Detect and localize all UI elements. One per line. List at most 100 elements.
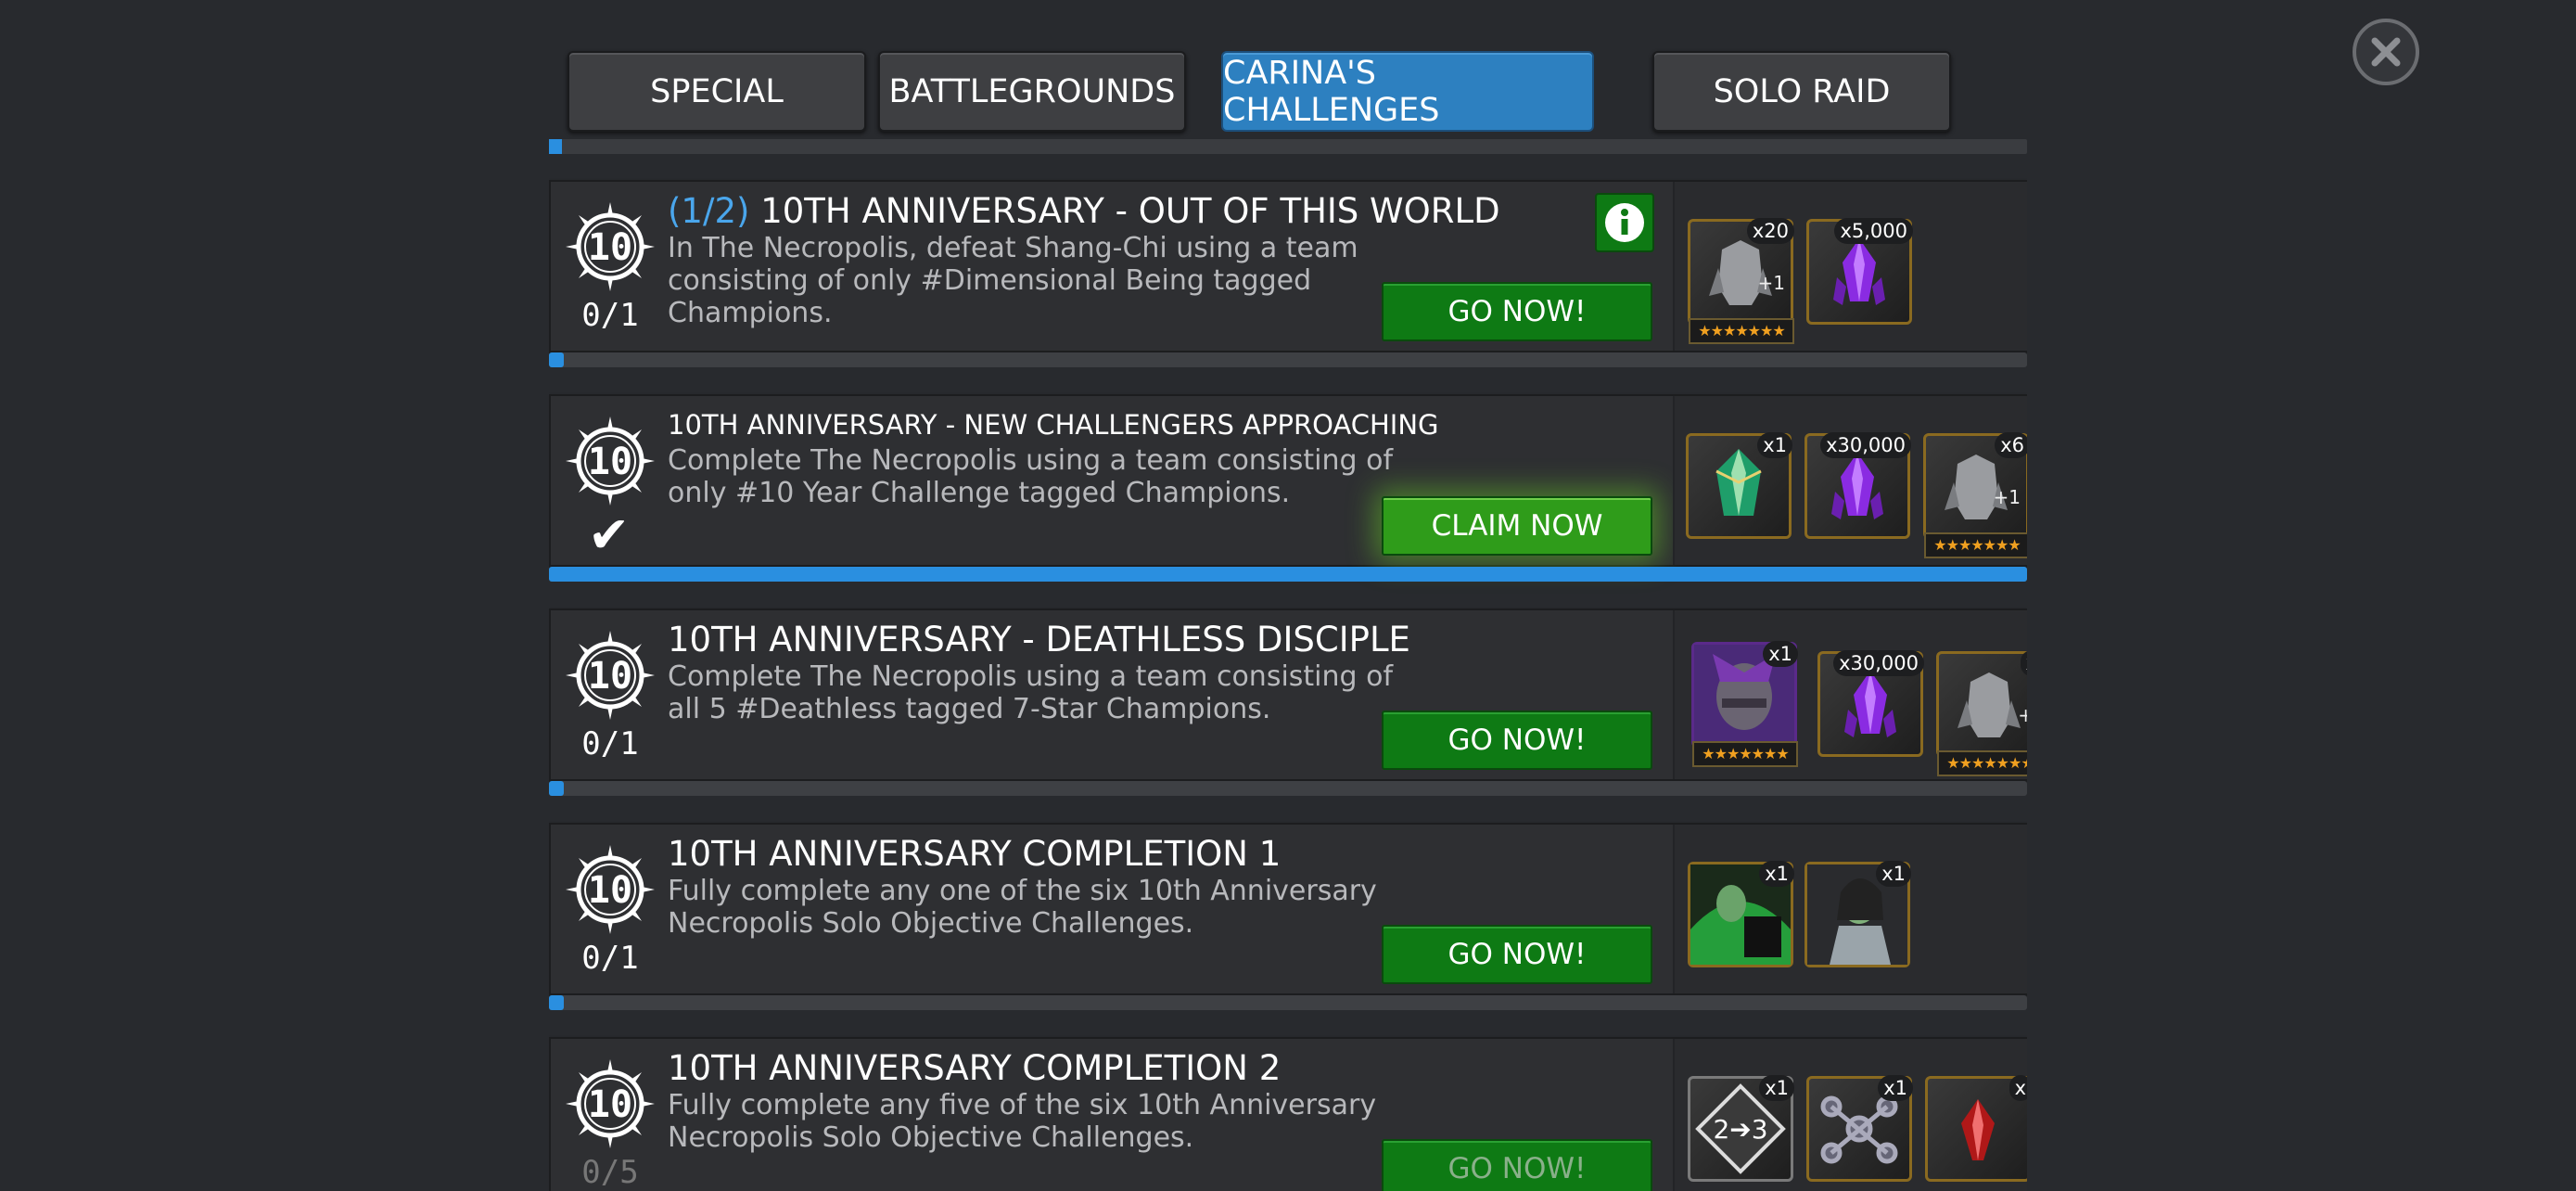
- reward-quantity: x1: [1763, 641, 1798, 667]
- star-rating: ★★★★★★★: [1924, 532, 2027, 558]
- rewards-panel: 2➔3 x1 x1 x: [1673, 1039, 2027, 1191]
- reward-quantity: x30,000: [1820, 432, 1911, 458]
- go-now-button[interactable]: GO NOW!: [1382, 711, 1652, 770]
- svg-text:10: 10: [588, 869, 632, 912]
- reward-item[interactable]: 2➔3 x1: [1688, 1075, 1794, 1182]
- reward-quantity: x1: [1878, 1075, 1913, 1101]
- reward-item[interactable]: x30,000: [1804, 432, 1911, 539]
- reward-quantity: x5,000: [1834, 218, 1913, 244]
- anniversary-10-emblem-icon: 10: [566, 845, 655, 934]
- anniversary-10-emblem-icon: 10: [566, 202, 655, 291]
- reward-quantity: x1: [1759, 1075, 1794, 1101]
- challenge-body: 10 0/1 10TH ANNIVERSARY - DEATHLESS DISC…: [549, 608, 2027, 781]
- challenge-card: 10 ✔ 10TH ANNIVERSARY - NEW CHALLENGERS …: [549, 394, 2027, 582]
- svg-text:10: 10: [588, 1083, 632, 1126]
- svg-text:10: 10: [588, 655, 632, 698]
- anniversary-10-emblem-icon: 10: [566, 416, 655, 506]
- reward-quantity: x1: [1876, 861, 1911, 887]
- close-icon: [2371, 37, 2401, 67]
- challenge-body: 10 0/1 (1/2) 10TH ANNIVERSARY - OUT OF T…: [549, 180, 2027, 352]
- tab-label: SOLO RAID: [1713, 72, 1891, 110]
- info-button[interactable]: [1595, 193, 1654, 252]
- reward-quantity: x1: [1759, 861, 1794, 887]
- challenge-card: 10 0/5 10TH ANNIVERSARY COMPLETION 2 Ful…: [549, 1037, 2027, 1191]
- tab-special[interactable]: SPECIAL: [567, 51, 866, 132]
- info-icon: [1605, 203, 1644, 242]
- anniversary-10-emblem-icon: 10: [566, 631, 655, 720]
- anniversary-10-emblem-icon: 10: [566, 1059, 655, 1148]
- reward-item[interactable]: x1: [1806, 1075, 1913, 1182]
- svg-text:2➔3: 2➔3: [1713, 1114, 1767, 1145]
- reward-item[interactable]: x1: [1804, 861, 1911, 967]
- rewards-panel: x1 x1: [1673, 825, 2027, 993]
- reward-quantity: x: [2009, 1075, 2027, 1101]
- reward-item[interactable]: x20 +1 ★★★★★★★: [1688, 218, 1794, 344]
- challenge-description: Fully complete any one of the six 10th A…: [668, 875, 1377, 940]
- completed-check-icon: ✔: [588, 506, 631, 564]
- challenge-title-text: 10TH ANNIVERSARY - OUT OF THIS WORLD: [760, 191, 1500, 231]
- progress-fill: [549, 567, 2027, 582]
- tab-label: BATTLEGROUNDS: [888, 72, 1176, 110]
- challenge-step: (1/2): [668, 191, 750, 231]
- progress-count: 0/1: [581, 725, 639, 762]
- tab-carinas-challenges[interactable]: CARINA'S CHALLENGES: [1221, 51, 1594, 132]
- list-scroll-indicator: [549, 139, 2027, 154]
- reward-quantity: x1: [1757, 432, 1792, 458]
- svg-text:10: 10: [588, 226, 632, 269]
- challenge-card: 10 0/1 (1/2) 10TH ANNIVERSARY - OUT OF T…: [549, 180, 2027, 367]
- challenge-list[interactable]: 10 0/1 (1/2) 10TH ANNIVERSARY - OUT OF T…: [549, 139, 2027, 1191]
- reward-item[interactable]: x1: [1688, 861, 1794, 967]
- reward-plus: +1: [1993, 486, 2021, 508]
- challenge-description: Complete The Necropolis using a team con…: [668, 660, 1394, 725]
- reward-item[interactable]: x + ★★★★★★★: [1936, 650, 2027, 776]
- go-now-button[interactable]: GO NOW!: [1382, 1139, 1652, 1191]
- challenge-card: 10 0/1 10TH ANNIVERSARY COMPLETION 1 Ful…: [549, 823, 2027, 1010]
- progress-fill: [549, 781, 564, 796]
- challenge-progress-bar: [549, 567, 2027, 582]
- reward-item[interactable]: x1 ★★★★★★★: [1691, 641, 1798, 767]
- go-now-button[interactable]: GO NOW!: [1382, 282, 1652, 341]
- challenge-title: 10TH ANNIVERSARY - NEW CHALLENGERS APPRO…: [668, 409, 1439, 441]
- tab-solo-raid[interactable]: SOLO RAID: [1652, 51, 1951, 132]
- go-now-button[interactable]: GO NOW!: [1382, 925, 1652, 984]
- challenge-body: 10 0/1 10TH ANNIVERSARY COMPLETION 1 Ful…: [549, 823, 2027, 995]
- rewards-panel: x1 x30,000 x6 +1 ★★★★★★★: [1673, 396, 2027, 565]
- challenge-title: 10TH ANNIVERSARY COMPLETION 2: [668, 1048, 1282, 1088]
- reward-item[interactable]: x1: [1686, 432, 1792, 539]
- close-button[interactable]: [2353, 19, 2419, 85]
- tab-label: SPECIAL: [650, 72, 784, 110]
- challenge-description: Fully complete any five of the six 10th …: [668, 1089, 1377, 1154]
- reward-plus: +: [2018, 704, 2027, 726]
- progress-count: 0/1: [581, 940, 639, 977]
- star-rating: ★★★★★★★: [1689, 318, 1794, 344]
- challenge-description: In The Necropolis, defeat Shang-Chi usin…: [668, 232, 1358, 329]
- challenge-progress-bar: [549, 352, 2027, 367]
- reward-quantity: x30,000: [1833, 650, 1924, 676]
- reward-item[interactable]: x5,000: [1806, 218, 1913, 325]
- star-rating: ★★★★★★★: [1692, 741, 1798, 767]
- challenge-body: 10 ✔ 10TH ANNIVERSARY - NEW CHALLENGERS …: [549, 394, 2027, 567]
- challenge-card: 10 0/1 10TH ANNIVERSARY - DEATHLESS DISC…: [549, 608, 2027, 796]
- reward-item[interactable]: x30,000: [1817, 650, 1924, 757]
- challenge-description: Complete The Necropolis using a team con…: [668, 444, 1394, 509]
- rewards-panel: x20 +1 ★★★★★★★ x5,000: [1673, 182, 2027, 351]
- progress-count: 0/1: [581, 297, 639, 334]
- challenge-title: (1/2) 10TH ANNIVERSARY - OUT OF THIS WOR…: [668, 191, 1500, 231]
- svg-text:10: 10: [588, 441, 632, 483]
- claim-now-button[interactable]: CLAIM NOW: [1382, 496, 1652, 556]
- reward-plus: +1: [1757, 272, 1785, 294]
- tab-battlegrounds[interactable]: BATTLEGROUNDS: [878, 51, 1186, 132]
- tab-label: CARINA'S CHALLENGES: [1223, 54, 1440, 129]
- star-rating: ★★★★★★★: [1937, 750, 2027, 776]
- tab-bar: SPECIAL BATTLEGROUNDS CARINA'S CHALLENGE…: [567, 51, 1951, 134]
- champion-silhouette-icon: [1939, 654, 2027, 754]
- progress-fill: [549, 352, 564, 367]
- rewards-panel: x1 ★★★★★★★ x30,000 x + ★★★★★★★: [1673, 610, 2027, 779]
- reward-item[interactable]: x6 +1 ★★★★★★★: [1923, 432, 2027, 558]
- progress-count: 0/5: [581, 1154, 639, 1191]
- reward-quantity: x20: [1746, 218, 1794, 244]
- reward-item[interactable]: x: [1925, 1075, 2027, 1182]
- reward-quantity: x6: [1995, 432, 2027, 458]
- challenge-title: 10TH ANNIVERSARY - DEATHLESS DISCIPLE: [668, 620, 1410, 660]
- challenge-progress-bar: [549, 995, 2027, 1010]
